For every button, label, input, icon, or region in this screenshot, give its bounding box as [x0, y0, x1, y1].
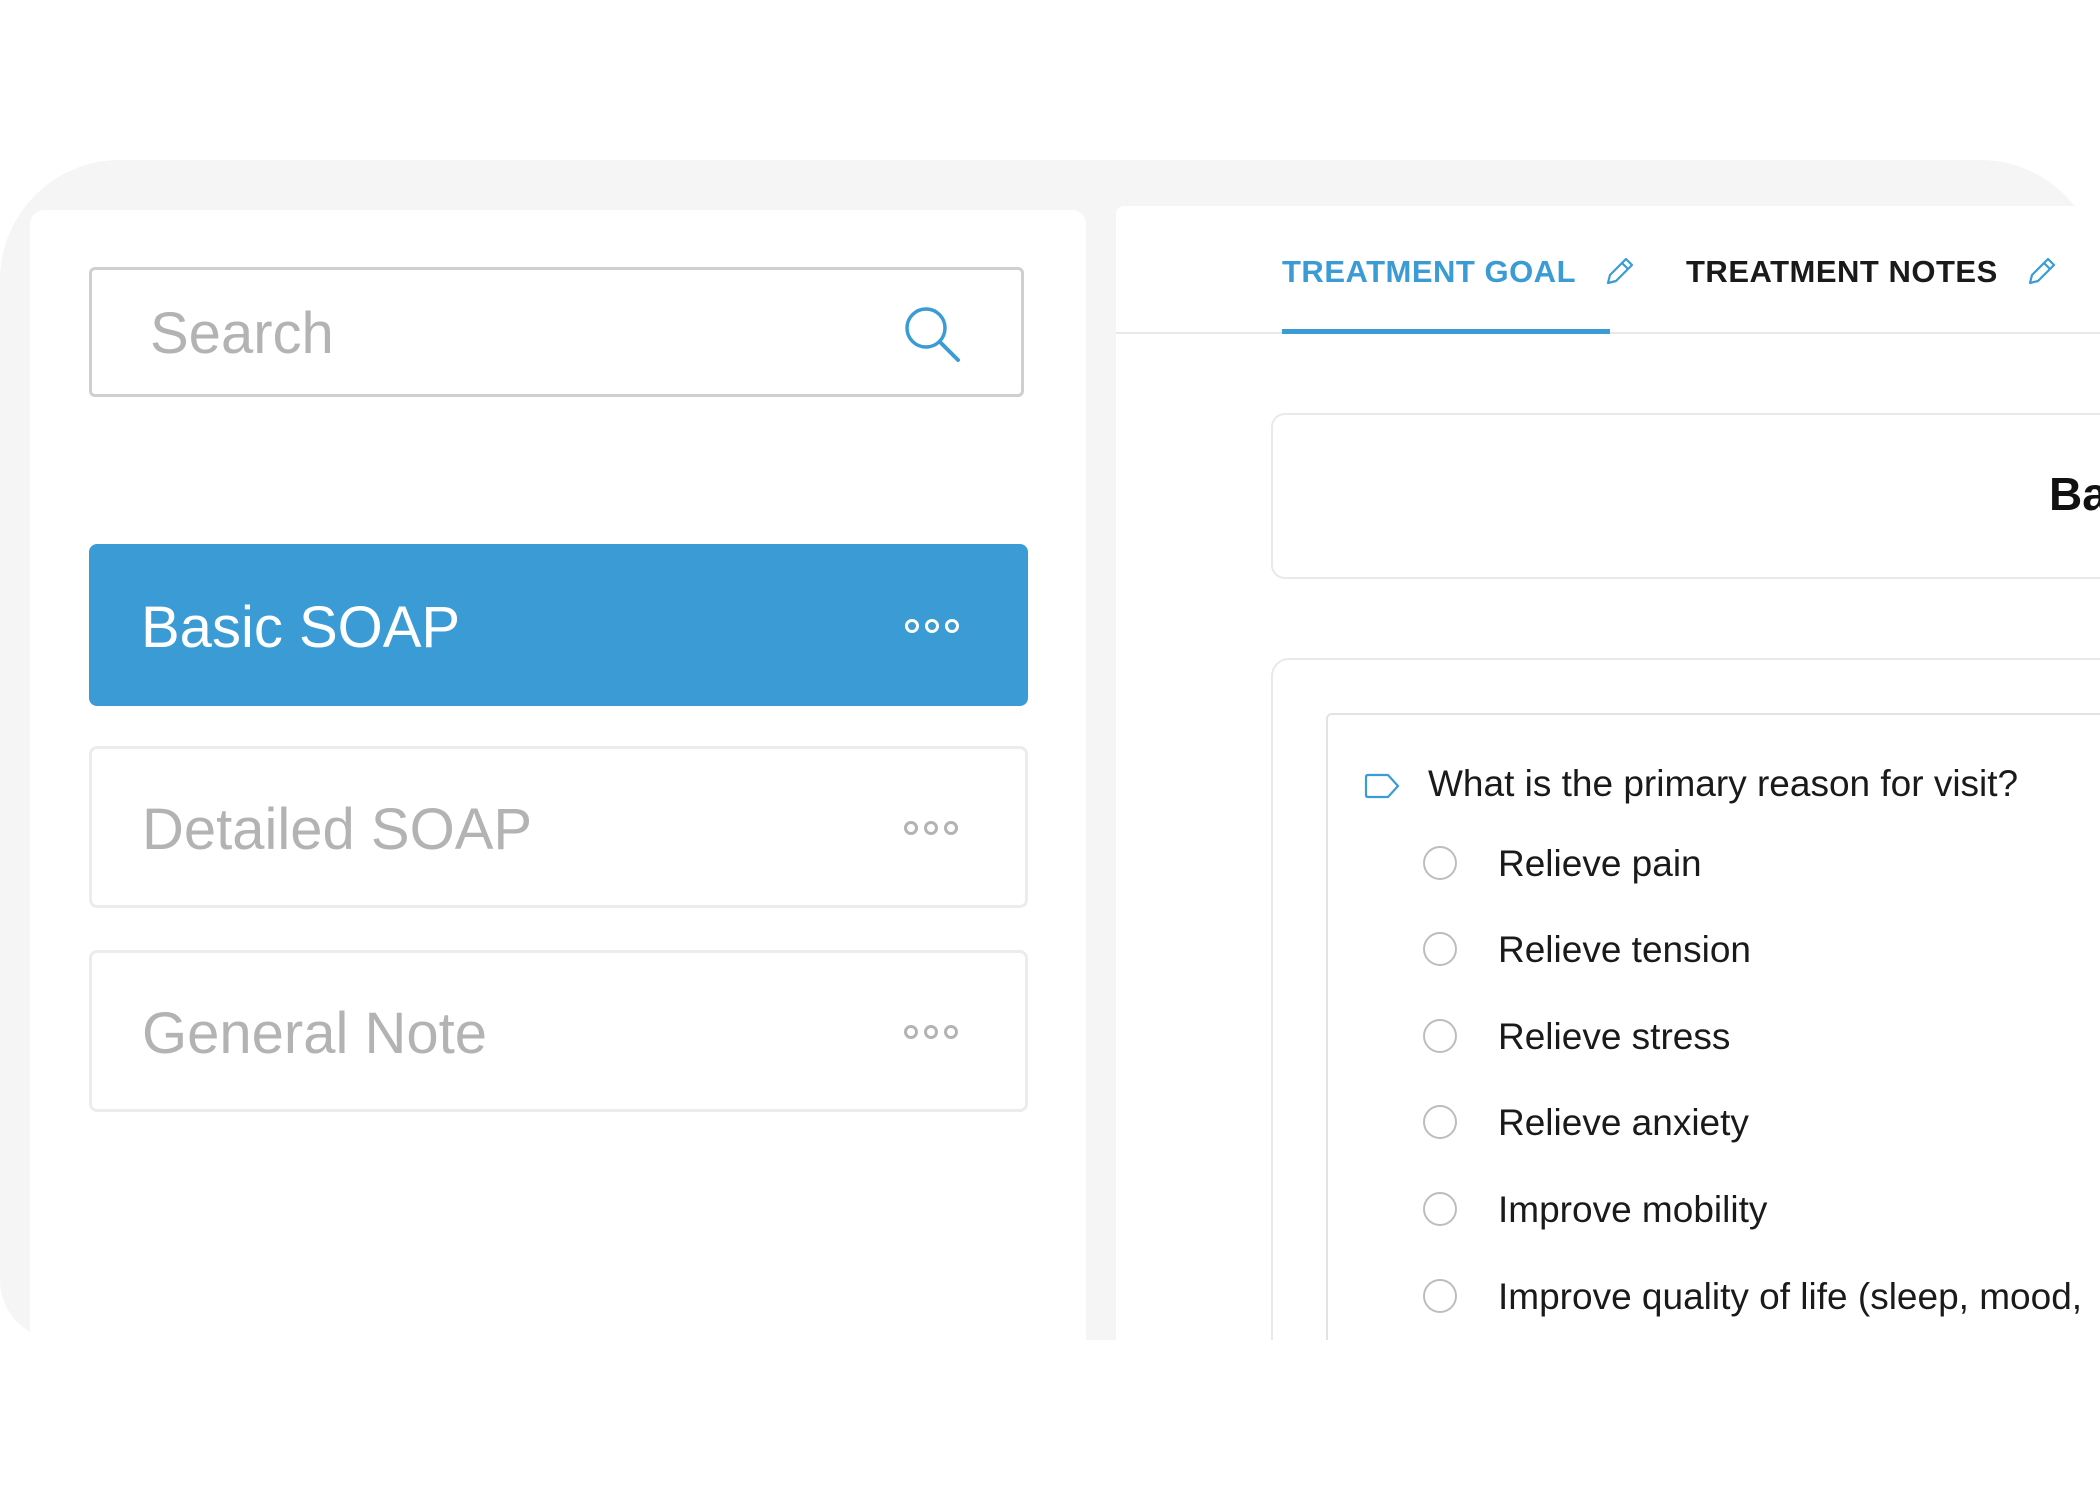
template-item-detailed-soap[interactable]: Detailed SOAP [89, 746, 1028, 908]
app-frame: Search Basic SOAP Detailed SOAP General … [0, 160, 2100, 1340]
option-label: Relieve tension [1498, 929, 1751, 970]
radio-button[interactable] [1423, 1279, 1457, 1313]
template-item-basic-soap[interactable]: Basic SOAP [89, 544, 1028, 706]
note-title-card: Ba [1271, 413, 2100, 579]
radio-button[interactable] [1423, 846, 1457, 880]
question-card: What is the primary reason for visit? Re… [1271, 658, 2100, 1340]
option-label: Relieve pain [1498, 843, 1702, 884]
template-item-label: Detailed SOAP [142, 797, 533, 862]
active-tab-indicator [1282, 329, 1610, 334]
note-editor-panel: TREATMENT GOAL TREATMENT NOTES Ba What i… [1116, 206, 2100, 1340]
pencil-icon[interactable] [1602, 255, 1636, 289]
question-block: What is the primary reason for visit? Re… [1326, 713, 2100, 1340]
radio-button[interactable] [1423, 932, 1457, 966]
search-placeholder: Search [150, 301, 334, 366]
radio-button[interactable] [1423, 1105, 1457, 1139]
template-sidebar: Search Basic SOAP Detailed SOAP General … [30, 210, 1086, 1340]
more-options-icon[interactable] [903, 1023, 959, 1041]
template-item-label: Basic SOAP [141, 595, 461, 660]
option-label: Improve mobility [1498, 1189, 1768, 1230]
tag-icon [1364, 773, 1400, 799]
radio-button[interactable] [1423, 1192, 1457, 1226]
template-item-general-note[interactable]: General Note [89, 950, 1028, 1112]
tab-treatment-notes[interactable]: TREATMENT NOTES [1686, 252, 2058, 332]
more-options-icon[interactable] [903, 819, 959, 837]
note-title: Ba [2049, 468, 2100, 520]
template-item-label: General Note [142, 1001, 487, 1066]
tabs-bar: TREATMENT GOAL TREATMENT NOTES [1116, 206, 2100, 334]
option-label: Relieve anxiety [1498, 1102, 1749, 1143]
search-icon[interactable] [901, 303, 963, 365]
tab-label: TREATMENT NOTES [1686, 254, 1998, 289]
tab-label: TREATMENT GOAL [1282, 254, 1577, 289]
search-input[interactable]: Search [89, 267, 1024, 397]
option-label: Improve quality of life (sleep, mood, [1498, 1276, 2083, 1317]
radio-button[interactable] [1423, 1019, 1457, 1053]
tab-treatment-goal[interactable]: TREATMENT GOAL [1282, 252, 1636, 334]
question-text: What is the primary reason for visit? [1428, 763, 2019, 804]
more-options-icon[interactable] [904, 617, 960, 635]
pencil-icon[interactable] [2024, 255, 2058, 289]
option-label: Relieve stress [1498, 1016, 1731, 1057]
